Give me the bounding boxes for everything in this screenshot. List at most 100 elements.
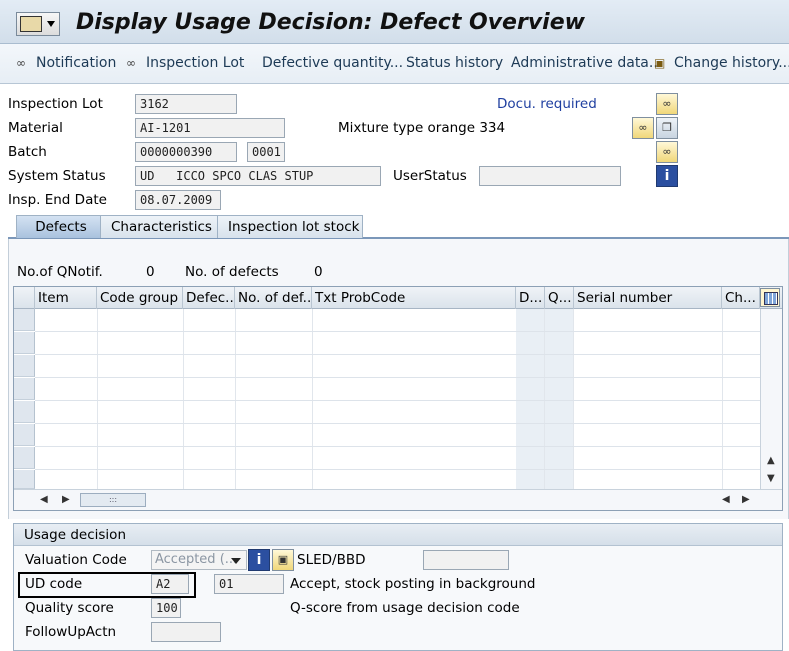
col-shaded xyxy=(545,309,574,489)
sled-bbd-field[interactable] xyxy=(423,550,509,570)
user-status-label: UserStatus xyxy=(393,168,467,184)
chevron-down-icon xyxy=(47,21,55,27)
horizontal-scrollbar[interactable]: ◀ ▶ ::: ◀ ▶ xyxy=(14,489,782,510)
scroll-left-icon[interactable]: ◀ xyxy=(722,494,730,505)
table-row[interactable] xyxy=(35,354,760,355)
col-divider xyxy=(183,309,184,489)
followup-action-label: FollowUpActn xyxy=(25,624,117,640)
material-field[interactable]: AI-1201 xyxy=(135,118,285,138)
defects-table: Item Code group Defec... No. of def... T… xyxy=(13,286,783,511)
copy-icon[interactable]: ❐ xyxy=(656,117,678,139)
chevron-down-icon[interactable] xyxy=(231,558,241,564)
ud-code-sub-field[interactable]: 01 xyxy=(214,574,284,594)
inspection-lot-button[interactable]: ∞ Inspection Lot xyxy=(126,55,244,75)
column-config-icon[interactable] xyxy=(760,288,780,307)
application-toolbar: ∞ Notification ∞ Inspection Lot Defective … xyxy=(0,44,789,84)
select-all-cell[interactable] xyxy=(14,287,35,309)
row-selector[interactable] xyxy=(14,470,35,489)
glasses-icon[interactable]: ∞ xyxy=(656,141,678,163)
scroll-thumb[interactable]: ::: xyxy=(80,493,146,507)
batch-sub-field[interactable]: 0001 xyxy=(247,142,285,162)
qnotif-label: No.of QNotif. xyxy=(17,264,103,280)
material-description: Mixture type orange 334 xyxy=(338,120,506,136)
usage-decision-header: Usage decision xyxy=(14,524,782,546)
table-row[interactable] xyxy=(35,331,760,332)
glasses-icon[interactable]: ∞ xyxy=(656,93,678,115)
col-divider xyxy=(97,309,98,489)
table-row[interactable] xyxy=(35,446,760,447)
defects-count-label: No. of defects xyxy=(185,264,279,280)
col-q[interactable]: Q... xyxy=(545,287,574,309)
system-menu-button[interactable] xyxy=(16,12,60,36)
col-divider xyxy=(722,309,723,489)
col-no-of-defects[interactable]: No. of def... xyxy=(235,287,312,309)
notification-button[interactable]: ∞ Notification xyxy=(16,55,116,75)
usage-decision-title: Usage decision xyxy=(24,527,127,543)
table-row[interactable] xyxy=(35,377,760,378)
col-defect[interactable]: Defec... xyxy=(183,287,235,309)
ud-code-highlight xyxy=(18,572,196,598)
col-ch[interactable]: Ch... xyxy=(722,287,760,309)
row-selector[interactable] xyxy=(14,447,35,469)
batch-field[interactable]: 0000000390 xyxy=(135,142,237,162)
tab-strip: Defects Characteristics Inspection lot s… xyxy=(8,215,789,239)
col-code-group[interactable]: Code group xyxy=(97,287,183,309)
administrative-data-button[interactable]: Administrative data... xyxy=(511,55,662,75)
scroll-left-icon[interactable]: ◀ xyxy=(40,494,48,505)
table-row[interactable] xyxy=(35,469,760,470)
col-serial-number[interactable]: Serial number xyxy=(574,287,722,309)
vertical-scrollbar[interactable]: ▲ ▼ xyxy=(760,309,782,489)
table-header: Item Code group Defec... No. of def... T… xyxy=(14,287,782,309)
col-d[interactable]: D... xyxy=(516,287,545,309)
insp-end-date-label: Insp. End Date xyxy=(8,192,107,208)
row-selector[interactable] xyxy=(14,378,35,400)
scroll-right-icon[interactable]: ▶ xyxy=(62,494,70,505)
quality-score-label: Quality score xyxy=(25,600,114,616)
defective-quantity-button[interactable]: Defective quantity... xyxy=(262,55,403,75)
valuation-code-label: Valuation Code xyxy=(25,552,127,568)
system-status-label: System Status xyxy=(8,168,106,184)
row-selector[interactable] xyxy=(14,309,35,331)
scroll-up-icon[interactable]: ▲ xyxy=(767,455,775,466)
info-icon[interactable]: i xyxy=(656,165,678,187)
table-row[interactable] xyxy=(35,400,760,401)
inspection-lot-label: Inspection Lot xyxy=(8,96,103,112)
menu-icon xyxy=(20,16,42,32)
insp-end-date-field[interactable]: 08.07.2009 xyxy=(135,190,221,210)
followup-action-field[interactable] xyxy=(151,622,221,642)
qnotif-value: 0 xyxy=(146,264,155,280)
row-selector[interactable] xyxy=(14,401,35,423)
defects-count-value: 0 xyxy=(314,264,323,280)
col-item[interactable]: Item xyxy=(35,287,97,309)
quality-score-description: Q-score from usage decision code xyxy=(290,600,520,616)
tab-defects[interactable]: Defects xyxy=(16,215,106,238)
status-history-button[interactable]: Status history xyxy=(406,55,503,75)
glasses-icon: ∞ xyxy=(16,56,26,70)
quality-score-field[interactable]: 100 xyxy=(151,598,181,618)
user-status-field[interactable] xyxy=(479,166,621,186)
change-history-button[interactable]: ▣ Change history... xyxy=(654,55,789,75)
stamp-icon[interactable]: ▣ xyxy=(272,549,294,571)
inspection-lot-field[interactable]: 3162 xyxy=(135,94,237,114)
row-selector[interactable] xyxy=(14,424,35,446)
table-row[interactable] xyxy=(35,423,760,424)
system-status-field[interactable]: UD ICCO SPCO CLAS STUP xyxy=(135,166,381,186)
scroll-right-icon[interactable]: ▶ xyxy=(742,494,750,505)
title-bar: Display Usage Decision: Defect Overview xyxy=(0,0,789,44)
ud-code-description: Accept, stock posting in background xyxy=(290,576,536,592)
tab-characteristics[interactable]: Characteristics xyxy=(100,215,224,238)
history-icon: ▣ xyxy=(654,56,666,70)
material-label: Material xyxy=(8,120,63,136)
col-shaded xyxy=(516,309,545,489)
glasses-icon[interactable]: ∞ xyxy=(632,117,654,139)
glasses-icon: ∞ xyxy=(126,56,136,70)
info-icon[interactable]: i xyxy=(248,549,270,571)
row-selector[interactable] xyxy=(14,332,35,354)
page-title: Display Usage Decision: Defect Overview xyxy=(76,10,585,35)
col-txt-probcode[interactable]: Txt ProbCode xyxy=(312,287,516,309)
batch-label: Batch xyxy=(8,144,47,160)
scroll-down-icon[interactable]: ▼ xyxy=(767,473,775,484)
row-selector[interactable] xyxy=(14,355,35,377)
tab-inspection-lot-stock[interactable]: Inspection lot stock xyxy=(217,215,363,238)
docu-required-text: Docu. required xyxy=(497,96,597,112)
